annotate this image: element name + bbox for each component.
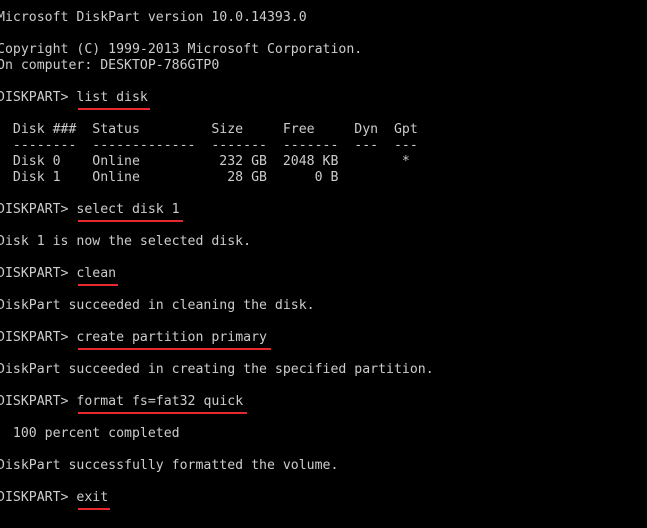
version-line: Microsoft DiskPart version 10.0.14393.0 [0,10,307,25]
command-line-clean[interactable]: DISKPART> clean [0,266,647,286]
response-select-disk: Disk 1 is now the selected disk. [0,234,252,249]
red-underline-exit [77,508,110,510]
command-text-list-disk: list disk [76,90,148,105]
prompt-label: DISKPART> [0,90,77,105]
disk-table-header: Disk ### Status Size Free Dyn Gpt [0,122,418,137]
command-text-exit: exit [76,490,109,505]
response-clean: DiskPart succeeded in cleaning the disk. [0,298,315,313]
command-line-list-disk[interactable]: DISKPART> list disk [0,90,647,110]
command-line-format[interactable]: DISKPART> format fs=fat32 quick [0,394,647,414]
response-create-partition: DiskPart succeeded in creating the speci… [0,362,434,377]
response-format-done: DiskPart successfully formatted the volu… [0,458,339,473]
computer-line: On computer: DESKTOP-786GTP0 [0,58,220,73]
command-text-select-disk: select disk 1 [76,202,180,217]
prompt-label: DISKPART> [0,266,77,281]
console-screen: Microsoft DiskPart version 10.0.14393.0 … [0,10,647,510]
command-line-create-partition[interactable]: DISKPART> create partition primary [0,330,647,350]
disk-table-separator: -------- ------------- ------- ------- -… [0,138,418,153]
command-text-create-partition: create partition primary [76,330,267,345]
copyright-line: Copyright (C) 1999-2013 Microsoft Corpor… [0,42,363,57]
command-line-exit[interactable]: DISKPART> exit [0,490,647,510]
command-text-format: format fs=fat32 quick [76,394,244,409]
diskpart-console-window[interactable]: Microsoft DiskPart version 10.0.14393.0 … [0,0,647,528]
table-row: Disk 1 Online 28 GB 0 B [0,170,339,185]
prompt-label: DISKPART> [0,394,77,409]
prompt-label: DISKPART> [0,330,77,345]
prompt-label: DISKPART> [0,490,77,505]
command-line-select-disk[interactable]: DISKPART> select disk 1 [0,202,647,222]
prompt-label: DISKPART> [0,202,77,217]
table-row: Disk 0 Online 232 GB 2048 KB * [0,154,410,169]
response-format-progress: 100 percent completed [0,426,180,441]
command-text-clean: clean [76,266,117,281]
